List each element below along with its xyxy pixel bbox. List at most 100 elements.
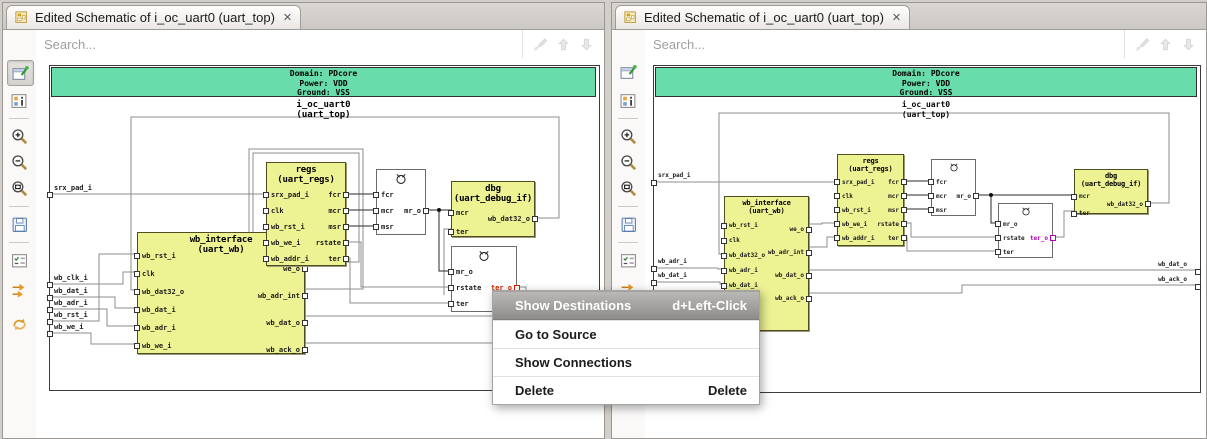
block-port[interactable]: ter xyxy=(267,251,345,267)
display-options-button[interactable] xyxy=(7,248,32,272)
find-previous-icon xyxy=(1158,37,1173,52)
find-next-icon xyxy=(579,37,594,52)
block-port[interactable]: ter xyxy=(838,231,903,245)
block-port[interactable]: ter xyxy=(999,245,1052,259)
block-mr-merge[interactable]: fcrmcrmsr mr_o xyxy=(931,159,976,216)
context-menu-item[interactable]: Go to Source xyxy=(493,320,759,348)
context-menu-item[interactable]: Show Connections xyxy=(493,348,759,376)
block-port[interactable]: msr xyxy=(932,203,975,217)
block-port[interactable]: wb_dat32_o xyxy=(452,211,534,227)
port-stub xyxy=(995,221,1001,227)
schematic-info-button[interactable] xyxy=(616,88,641,112)
block-port[interactable]: rstate xyxy=(838,217,903,231)
block-regs[interactable]: regs(uart_regs) srx_pad_iclkwb_rst_iwb_w… xyxy=(266,162,346,266)
block-port[interactable]: wb_dat32_o xyxy=(1075,197,1147,211)
toolbar-separator xyxy=(618,206,638,207)
tab-edited-schematic[interactable]: Edited Schematic of i_oc_uart0 (uart_top… xyxy=(615,5,910,29)
block-port[interactable]: wb_adr_int xyxy=(725,241,808,264)
menu-item-label: Go to Source xyxy=(515,327,597,342)
block-port[interactable]: msr xyxy=(377,219,425,235)
block-port[interactable]: mr_o xyxy=(932,189,975,203)
find-next-button[interactable] xyxy=(579,37,594,52)
block-port[interactable]: we_o xyxy=(725,218,808,241)
block-port[interactable]: rstate xyxy=(267,235,345,251)
zoom-out-button[interactable] xyxy=(616,150,641,174)
block-port[interactable]: fcr xyxy=(377,187,425,203)
clear-search-button[interactable] xyxy=(533,37,548,52)
ground-label: Ground: VSS xyxy=(656,88,1196,98)
port-stub xyxy=(373,224,379,230)
zoom-selection-button[interactable] xyxy=(7,176,32,200)
block-port[interactable]: msr xyxy=(267,219,345,235)
tab-edited-schematic[interactable]: Edited Schematic of i_oc_uart0 (uart_top… xyxy=(6,5,301,29)
save-button[interactable] xyxy=(7,212,32,236)
tab-close-icon[interactable]: ✕ xyxy=(892,11,901,24)
block-mr-merge[interactable]: fcrmcrmsr mr_o xyxy=(376,169,426,235)
edit-pin-button[interactable] xyxy=(7,60,34,86)
edit-pin-button[interactable] xyxy=(616,60,641,84)
block-title: wb_interface(uart_wb) xyxy=(725,197,808,215)
zoom-selection-button[interactable] xyxy=(616,176,641,200)
block-title: dbg(uart_debug_if) xyxy=(452,182,534,204)
block-dbg[interactable]: dbg(uart_debug_if) mcrter wb_dat32_o xyxy=(451,181,535,237)
block-ter-merge[interactable]: mr_orstateter ter_o xyxy=(998,203,1053,258)
merge-circle-icon xyxy=(999,204,1052,217)
port-stub xyxy=(448,301,454,307)
block-port[interactable]: mr_o xyxy=(377,203,425,219)
zoom-selection-icon xyxy=(620,180,637,197)
clear-search-button[interactable] xyxy=(1135,37,1150,52)
port-stub xyxy=(532,216,538,222)
schematic-tab-icon xyxy=(15,11,29,25)
zoom-out-icon xyxy=(11,154,28,171)
block-port[interactable]: mcr xyxy=(267,203,345,219)
block-port[interactable]: msr xyxy=(838,203,903,217)
port-stub xyxy=(806,273,812,279)
block-port[interactable]: fcr xyxy=(838,175,903,189)
port-stub xyxy=(373,192,379,198)
port-stub xyxy=(806,296,812,302)
block-port[interactable]: fcr xyxy=(932,175,975,189)
pin-stub xyxy=(47,319,53,325)
block-title: regs(uart_regs) xyxy=(267,163,345,185)
schematic-info-button[interactable] xyxy=(7,88,32,112)
port-stub xyxy=(448,229,454,235)
domain-header: Domain: PDcore Power: VDD Ground: VSS xyxy=(51,67,596,97)
block-regs[interactable]: regs(uart_regs) srx_pad_iclkwb_rst_iwb_w… xyxy=(837,154,904,246)
power-label: Power: VDD xyxy=(656,79,1196,89)
highlighted-net-port[interactable]: ter_o xyxy=(999,231,1052,245)
show-connectivity-icon xyxy=(11,282,28,299)
block-port[interactable]: wb_dat_o xyxy=(725,264,808,287)
merge-circle-icon xyxy=(377,170,425,186)
pin-stub xyxy=(1195,269,1201,275)
tab-bar: Edited Schematic of i_oc_uart0 (uart_top… xyxy=(3,3,604,30)
tab-close-icon[interactable]: ✕ xyxy=(283,11,292,24)
clear-search-icon xyxy=(533,37,548,52)
save-button[interactable] xyxy=(616,212,641,236)
block-port[interactable]: mcr xyxy=(838,189,903,203)
block-port[interactable]: fcr xyxy=(267,187,345,203)
save-icon xyxy=(620,216,637,233)
block-port[interactable]: wb_adr_int xyxy=(138,282,304,309)
schematic-info-icon xyxy=(620,92,637,109)
block-port[interactable]: mr_o xyxy=(999,217,1052,231)
block-port[interactable]: wb_ack_o xyxy=(138,336,304,363)
search-input[interactable] xyxy=(36,37,522,52)
swap-schematics-button[interactable] xyxy=(7,312,32,336)
block-port[interactable]: mr_o xyxy=(452,264,516,280)
find-previous-button[interactable] xyxy=(1158,37,1173,52)
zoom-in-button[interactable] xyxy=(616,124,641,148)
display-options-button[interactable] xyxy=(616,248,641,272)
zoom-in-button[interactable] xyxy=(7,124,32,148)
context-menu-item[interactable]: Show Destinations d+Left-Click xyxy=(493,291,759,320)
port-stub xyxy=(901,221,907,227)
show-connectivity-button[interactable] xyxy=(7,278,32,302)
context-menu-item[interactable]: Delete Delete xyxy=(493,376,759,404)
find-previous-button[interactable] xyxy=(556,37,571,52)
search-input[interactable] xyxy=(645,37,1124,52)
toolbar-separator xyxy=(9,118,29,119)
find-next-button[interactable] xyxy=(1181,37,1196,52)
zoom-out-button[interactable] xyxy=(7,150,32,174)
block-port[interactable]: wb_dat_o xyxy=(138,309,304,336)
block-dbg[interactable]: dbg(uart_debug_if) mcrter wb_dat32_o xyxy=(1074,169,1148,214)
menu-item-label: Show Destinations xyxy=(515,298,631,313)
